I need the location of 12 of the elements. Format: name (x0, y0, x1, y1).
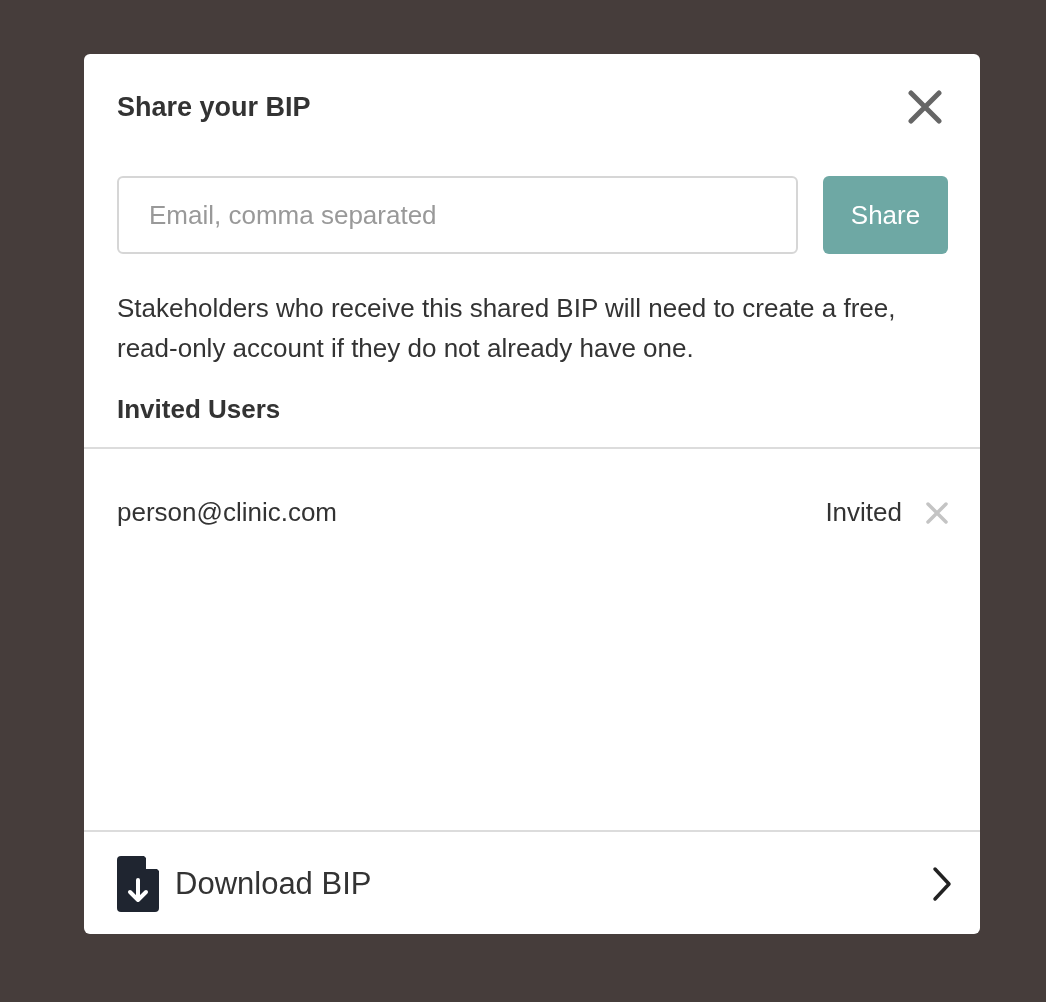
email-field[interactable]: Email, comma separated (117, 176, 798, 254)
remove-icon (926, 501, 948, 524)
invite-status: Invited (825, 497, 902, 528)
section-heading: Invited Users (117, 394, 282, 426)
close-button[interactable] (908, 90, 942, 124)
notice-text: Stakeholders who receive this shared BIP will need to create a free, read-only account if they do not already have one. (117, 292, 897, 365)
download-link[interactable]: Download BIP (117, 856, 932, 912)
user-email: person@clinic.com (117, 497, 339, 528)
dialog-title: Share your BIP (117, 91, 311, 123)
close-icon (908, 90, 942, 124)
chevron-right-icon (932, 866, 952, 902)
file-download-icon (117, 856, 159, 912)
